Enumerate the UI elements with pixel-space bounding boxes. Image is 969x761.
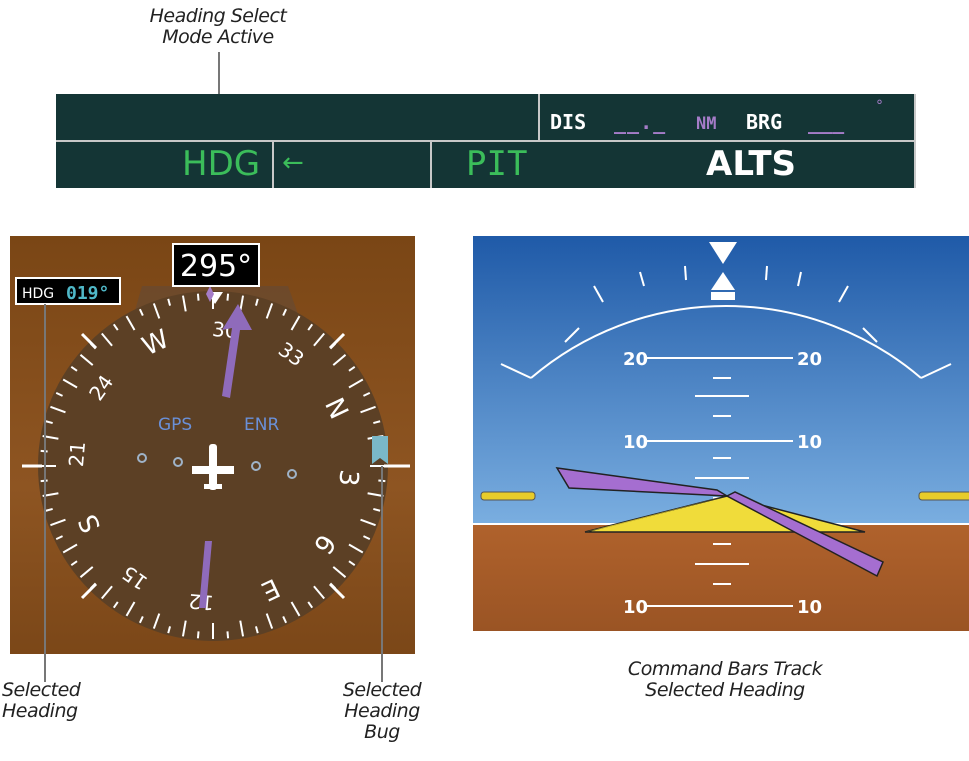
adi-svg: 20 20 10 10 10 10 bbox=[473, 236, 969, 631]
flight-phase: ENR bbox=[244, 415, 279, 435]
left-arrow-icon: ← bbox=[282, 148, 304, 178]
dis-value: __._ bbox=[614, 110, 667, 134]
compass-label: 21 bbox=[64, 440, 90, 467]
brg-value: ___ bbox=[808, 110, 845, 134]
armed-mode-annunciator: ALTS bbox=[706, 144, 797, 184]
leader-line bbox=[44, 654, 46, 682]
callout-heading-select-mode: Heading Select Mode Active bbox=[128, 6, 308, 48]
compass-label: 3 bbox=[332, 468, 363, 487]
callout-line: Selected bbox=[2, 679, 81, 701]
pitch-label: 10 bbox=[797, 432, 822, 453]
dis-label: DIS bbox=[550, 110, 587, 134]
vertical-mode-annunciator: PIT bbox=[466, 144, 528, 184]
brg-unit: ° bbox=[876, 98, 883, 114]
selected-heading-value: 019° bbox=[66, 283, 109, 304]
divider bbox=[538, 94, 540, 140]
callout-line: Selected bbox=[342, 679, 422, 701]
nav-source: GPS bbox=[158, 415, 192, 435]
leader-line bbox=[381, 654, 383, 682]
brg-label: BRG bbox=[746, 110, 783, 134]
pitch-label: 20 bbox=[623, 349, 648, 370]
compass-tick bbox=[226, 293, 230, 301]
compass-tick bbox=[196, 293, 200, 301]
callout-line: Selected Heading bbox=[645, 679, 805, 701]
attitude-indicator: 20 20 10 10 10 10 bbox=[473, 236, 969, 631]
callout-line: Heading bbox=[344, 700, 420, 722]
hsi-panel: S2124W3033N36E1215 bbox=[10, 236, 415, 654]
right-reference-bar bbox=[918, 491, 969, 501]
divider bbox=[430, 142, 432, 188]
slip-skid-bar bbox=[711, 292, 735, 300]
callout-command-bars: Command Bars Track Selected Heading bbox=[600, 659, 850, 701]
divider bbox=[272, 142, 274, 188]
callout-line: Heading Select bbox=[149, 5, 287, 27]
divider bbox=[56, 140, 916, 142]
compass-tick bbox=[196, 631, 200, 639]
callout-heading-bug: Selected Heading Bug bbox=[332, 680, 432, 743]
selected-heading-label: HDG bbox=[22, 286, 54, 302]
ground bbox=[473, 524, 969, 631]
callout-selected-heading: Selected Heading bbox=[2, 680, 92, 722]
compass-tick bbox=[226, 631, 230, 639]
pitch-label: 10 bbox=[623, 597, 648, 618]
pitch-label: 10 bbox=[623, 432, 648, 453]
left-reference-bar bbox=[480, 491, 536, 501]
heading-readout: 295° bbox=[180, 249, 252, 284]
hsi-svg: S2124W3033N36E1215 bbox=[15, 243, 410, 654]
callout-line: Mode Active bbox=[162, 26, 274, 48]
pitch-label: 20 bbox=[797, 349, 822, 370]
callout-line: Heading bbox=[2, 700, 78, 722]
status-bar: DIS __._ NM BRG ___ ° HDG ← PIT ALTS bbox=[56, 94, 916, 188]
callout-line: Command Bars Track bbox=[627, 658, 823, 680]
lateral-mode-annunciator: HDG bbox=[182, 144, 261, 184]
callout-line: Bug bbox=[364, 721, 400, 743]
dis-unit: NM bbox=[696, 114, 717, 134]
divider bbox=[914, 94, 916, 188]
pitch-label: 10 bbox=[797, 597, 822, 618]
